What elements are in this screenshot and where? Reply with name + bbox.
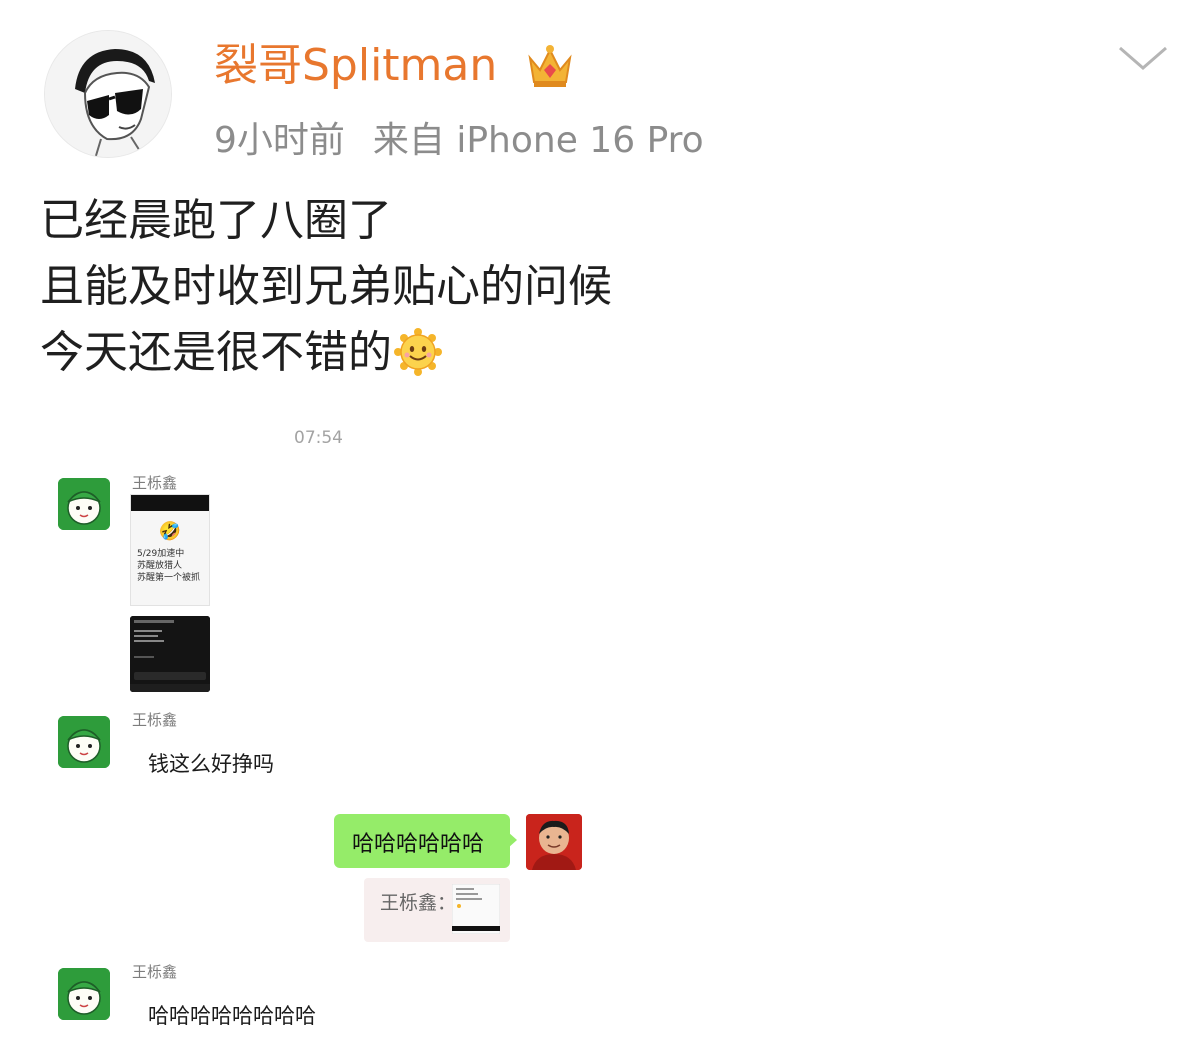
- screenshot-line: 苏醒第一个被抓: [137, 573, 201, 583]
- sender-name: 王栎鑫: [132, 474, 178, 492]
- post-line-with-emoji: 今天还是很不错的: [40, 320, 612, 386]
- screenshot-image[interactable]: 🤣 5/29加速中 苏醒放猎人 苏醒第一个被抓: [130, 494, 210, 606]
- crown-icon: [524, 40, 576, 92]
- username[interactable]: 裂哥Splitman: [214, 36, 497, 96]
- frog-avatar-icon: [58, 968, 110, 1020]
- quoted-message[interactable]: 王栎鑫：: [364, 878, 510, 942]
- post-line: 已经晨跑了八圈了: [40, 195, 392, 246]
- frog-avatar-icon: [58, 716, 110, 768]
- message-text[interactable]: 哈哈哈哈哈哈哈哈: [148, 1000, 316, 1030]
- laughing-emoji-icon: 🤣: [158, 521, 182, 542]
- screenshot-line: 苏醒放猎人: [137, 561, 183, 571]
- screenshot-line: 5/29加速中: [137, 549, 185, 559]
- user-avatar[interactable]: [44, 30, 172, 158]
- contact-avatar[interactable]: [58, 478, 110, 530]
- post-meta: 9小时前 来自 iPhone 16 Pro: [214, 114, 704, 168]
- post-body: 已经晨跑了八圈了 且能及时收到兄弟贴心的问候 今天还是很不错的: [40, 188, 612, 386]
- bubble-tail: [508, 832, 517, 848]
- contact-avatar[interactable]: [58, 716, 110, 768]
- post-source: 来自 iPhone 16 Pro: [372, 120, 704, 161]
- frog-avatar-icon: [58, 478, 110, 530]
- post-line: 且能及时收到兄弟贴心的问候: [40, 261, 612, 312]
- screenshot-image[interactable]: [130, 616, 210, 692]
- more-menu-button[interactable]: [1116, 40, 1170, 74]
- sender-name: 王栎鑫: [132, 963, 178, 981]
- chat-timestamp: 07:54: [294, 428, 343, 448]
- message-text[interactable]: 钱这么好挣吗: [148, 748, 274, 778]
- person-avatar-icon: [526, 814, 582, 870]
- self-message-bubble[interactable]: 哈哈哈哈哈哈: [334, 814, 510, 868]
- quoted-sender: 王栎鑫：: [380, 892, 457, 914]
- contact-avatar[interactable]: [58, 968, 110, 1020]
- cartoon-sunglasses-avatar-icon: [45, 31, 171, 157]
- self-avatar[interactable]: [526, 814, 582, 870]
- chevron-down-icon: [1119, 46, 1167, 70]
- dark-screenshot-thumbnail: [130, 616, 210, 692]
- smiling-sun-emoji-icon: [394, 328, 442, 376]
- quoted-image-thumbnail: [452, 884, 500, 934]
- sender-name: 王栎鑫: [132, 711, 178, 729]
- message-text: 哈哈哈哈哈哈: [352, 832, 485, 857]
- post-line: 今天还是很不错的: [40, 327, 392, 378]
- post-time: 9小时前: [214, 120, 345, 161]
